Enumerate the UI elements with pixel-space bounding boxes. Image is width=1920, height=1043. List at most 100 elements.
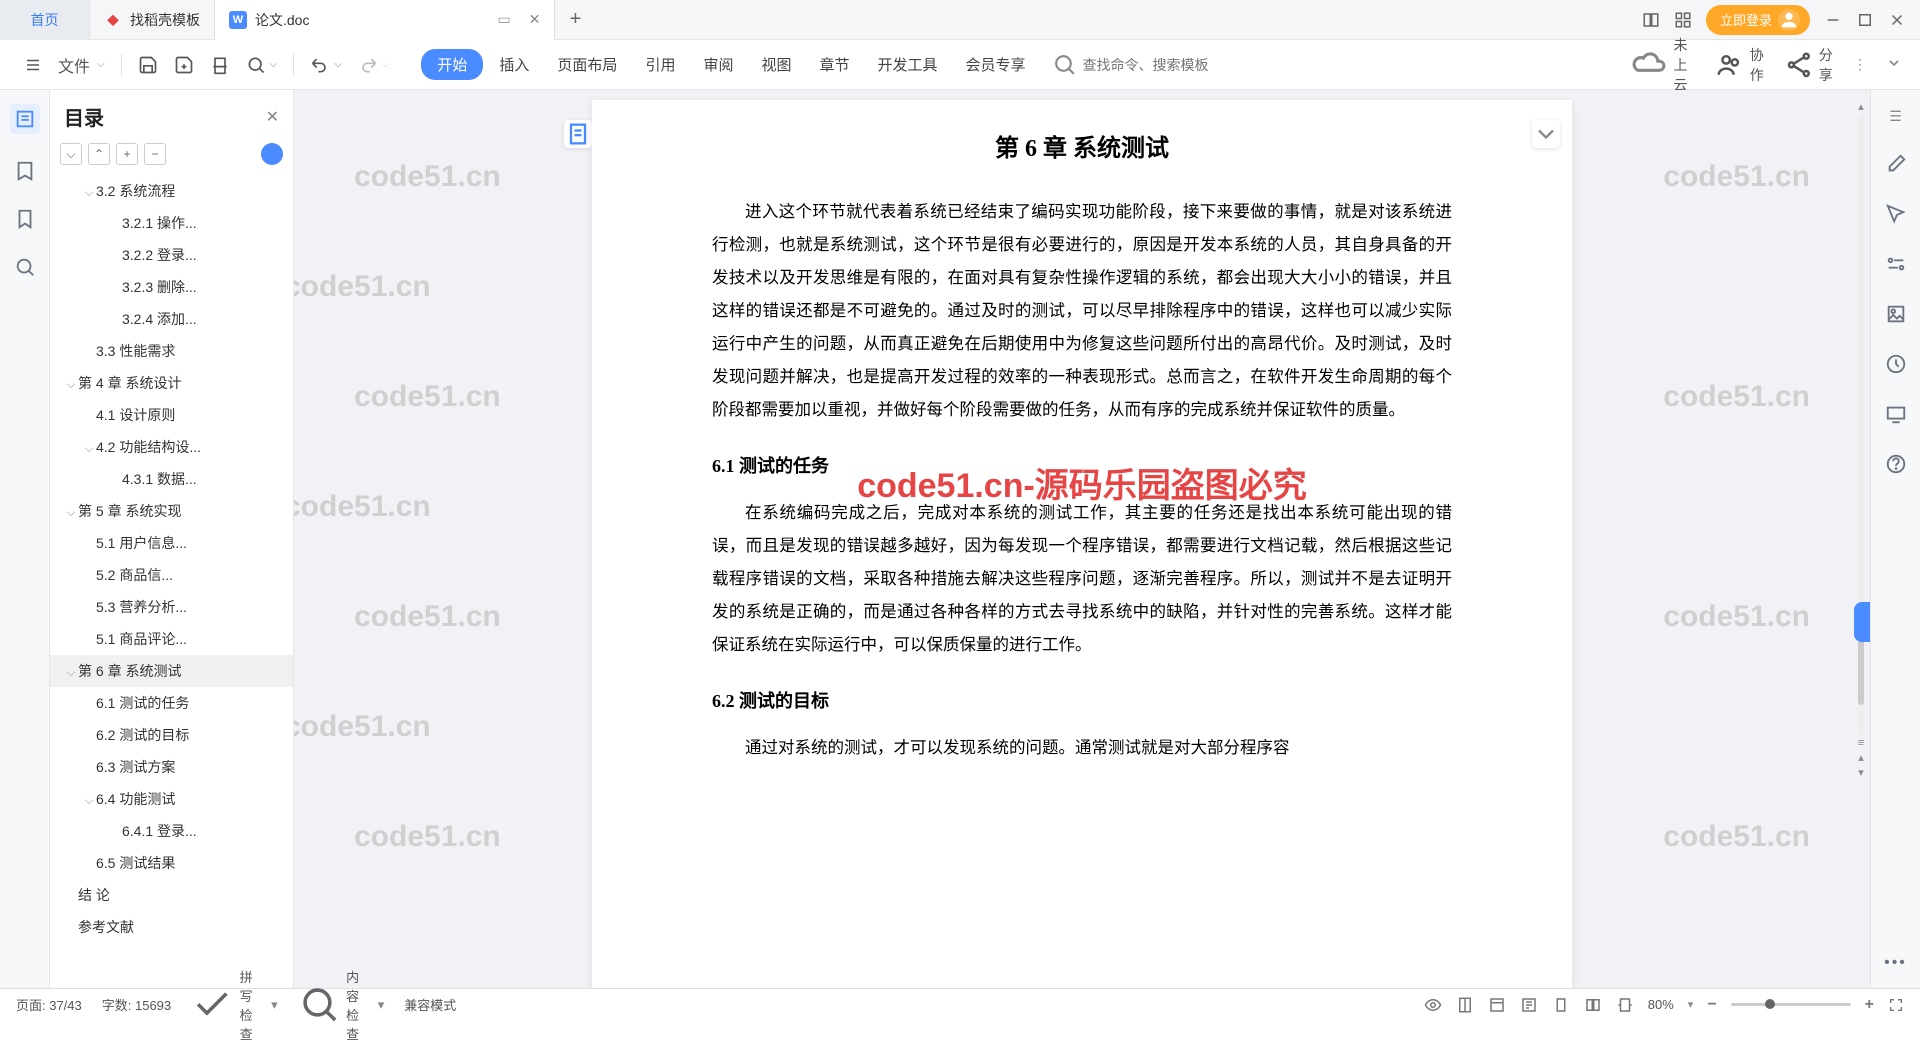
help-icon[interactable] [1885,453,1907,475]
outline-item[interactable]: ⌵4.2 功能结构设... [50,431,293,463]
saveas-icon[interactable] [168,51,200,79]
zoom-out-icon[interactable]: − [1707,996,1716,1014]
undo-icon[interactable]: ⌵ [304,51,348,79]
outline-item[interactable]: 参考文献 [50,911,293,943]
compat-mode[interactable]: 兼容模式 [404,995,456,1014]
tag-icon[interactable] [14,160,36,182]
share-button[interactable]: 分享 [1784,45,1835,85]
outline-item[interactable]: 4.1 设计原则 [50,399,293,431]
outline-item[interactable]: 6.3 测试方案 [50,751,293,783]
outline-close-icon[interactable]: ✕ [266,107,279,127]
login-button[interactable]: 立即登录 [1706,5,1810,35]
spellcheck-button[interactable]: 拼写检查 ▾ [191,967,278,1043]
outline-item[interactable]: ⌵第 4 章 系统设计 [50,367,293,399]
more-icon[interactable]: ⋮ [1853,56,1868,73]
print-icon[interactable] [204,51,236,79]
outline-item[interactable]: ⌵第 6 章 系统测试 [50,655,293,687]
outline-item[interactable]: 4.3.1 数据... [50,463,293,495]
preview-icon[interactable]: ⌵ [240,51,284,79]
menu-start[interactable]: 开始 [421,49,483,80]
outline-item[interactable]: 结 论 [50,879,293,911]
cloud-status[interactable]: 未上云 [1632,35,1697,95]
search-input[interactable] [1083,57,1264,73]
zoom-slider[interactable] [1731,1003,1851,1006]
outline-item[interactable]: 3.2.2 登录... [50,239,293,271]
menu-reference[interactable]: 引用 [633,48,687,81]
outline-item[interactable]: 5.1 商品评论... [50,623,293,655]
options-float-icon[interactable] [1532,120,1560,148]
settings-icon[interactable] [1885,253,1907,275]
select-icon[interactable] [1885,203,1907,225]
screen-icon[interactable] [1885,403,1907,425]
expand-all-icon[interactable]: ⌃ [88,143,110,165]
collab-button[interactable]: 协作 [1715,45,1766,85]
outline-item[interactable]: 5.1 用户信息... [50,527,293,559]
multi-page-icon[interactable] [1584,996,1602,1014]
outline-item[interactable]: ⌵3.2 系统流程 [50,175,293,207]
collapse-all-icon[interactable]: ⌵ [60,143,82,165]
menu-pagelayout[interactable]: 页面布局 [545,48,629,81]
outline-item[interactable]: 6.2 测试的目标 [50,719,293,751]
tab-template[interactable]: ◆ 找稻壳模板 [90,0,215,40]
find-icon[interactable] [14,256,36,278]
outline-item[interactable]: ⌵6.4 功能测试 [50,783,293,815]
save-icon[interactable] [132,51,164,79]
fullscreen-icon[interactable] [1888,997,1904,1013]
document-area[interactable]: code51.cn code51.cn code51.cn code51.cn … [294,90,1870,988]
zoom-level[interactable]: 80% [1648,997,1674,1012]
tab-home[interactable]: 首页 [0,0,90,40]
command-search[interactable] [1052,52,1264,77]
vertical-scrollbar[interactable]: ▴ ≡ ▴ ▾ [1852,100,1870,779]
tab-document[interactable]: W 论文.doc ▭ ✕ [215,0,555,40]
page-indicator[interactable]: 页面: 37/43 [16,995,82,1014]
paste-float-icon[interactable] [564,120,592,148]
outline-item[interactable]: 6.4.1 登录... [50,815,293,847]
apps-icon[interactable] [1674,11,1692,29]
tab-add[interactable]: + [555,0,595,40]
view-read-icon[interactable] [1424,996,1442,1014]
tab-close-icon[interactable]: ✕ [529,11,541,28]
layout-icon[interactable] [1642,11,1660,29]
outline-item[interactable]: 5.2 商品信... [50,559,293,591]
redo-icon[interactable]: ⌵ [352,51,396,79]
pen-icon[interactable] [1885,153,1907,175]
history-icon[interactable] [1885,353,1907,375]
remove-level-icon[interactable]: − [144,143,166,165]
outline-icon[interactable] [10,104,40,134]
view-outline-icon[interactable] [1520,996,1538,1014]
outline-item[interactable]: ⌵第 5 章 系统实现 [50,495,293,527]
minimize-icon[interactable] [1824,11,1842,29]
outline-item[interactable]: 6.1 测试的任务 [50,687,293,719]
outline-item[interactable]: 3.2.3 删除... [50,271,293,303]
menu-chapter[interactable]: 章节 [807,48,861,81]
hamburger-icon[interactable] [18,52,48,78]
image-icon[interactable] [1885,303,1907,325]
menu-view[interactable]: 视图 [749,48,803,81]
close-icon[interactable] [1888,11,1906,29]
menu-devtools[interactable]: 开发工具 [866,48,950,81]
rail-menu-icon[interactable]: ☰ [1889,108,1902,125]
word-count[interactable]: 字数: 15693 [102,995,171,1014]
tab-window-icon[interactable]: ▭ [497,11,510,28]
more-tools-icon[interactable]: ••• [1885,952,1907,974]
view-web-icon[interactable] [1488,996,1506,1014]
outline-item[interactable]: 5.3 营养分析... [50,591,293,623]
menu-insert[interactable]: 插入 [487,48,541,81]
menu-review[interactable]: 审阅 [691,48,745,81]
add-level-icon[interactable]: + [116,143,138,165]
file-menu[interactable]: 文件⌵ [52,49,111,81]
sync-icon[interactable] [261,143,283,165]
bookmark-icon[interactable] [14,208,36,230]
outline-item[interactable]: 3.2.1 操作... [50,207,293,239]
view-page-icon[interactable] [1456,996,1474,1014]
single-page-icon[interactable] [1552,996,1570,1014]
maximize-icon[interactable] [1856,11,1874,29]
menu-member[interactable]: 会员专享 [954,48,1038,81]
outline-item[interactable]: 6.5 测试结果 [50,847,293,879]
content-check-button[interactable]: 内容检查 ▾ [298,967,385,1043]
fit-icon[interactable] [1616,996,1634,1014]
side-tab[interactable] [1854,602,1870,642]
outline-item[interactable]: 3.3 性能需求 [50,335,293,367]
outline-item[interactable]: 3.2.4 添加... [50,303,293,335]
zoom-in-icon[interactable]: + [1865,996,1874,1014]
